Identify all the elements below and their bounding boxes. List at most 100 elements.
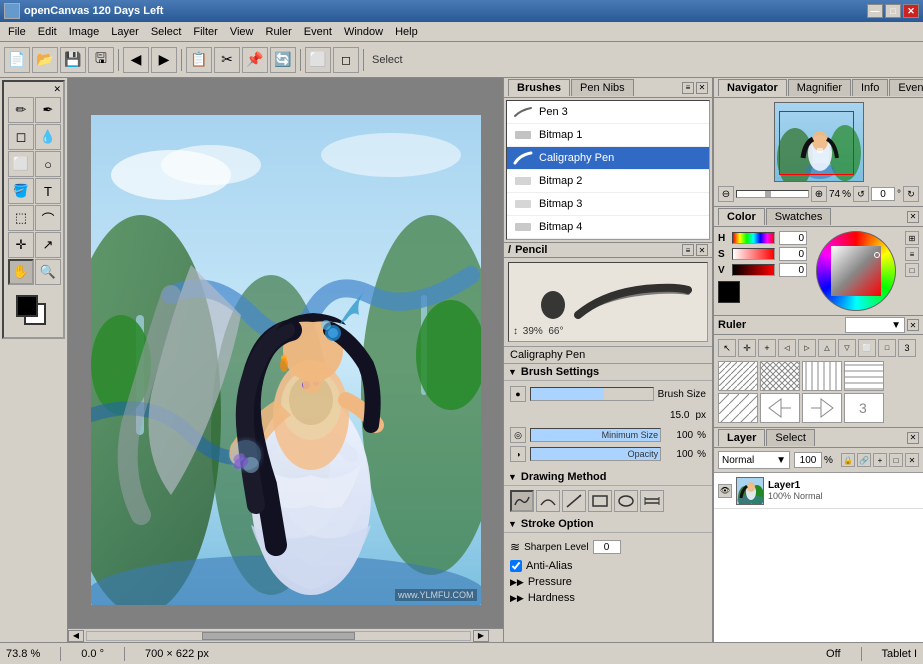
pressure-row[interactable]: ▶▶ Pressure <box>504 574 712 590</box>
layer-eye-1[interactable]: 👁 <box>718 484 732 498</box>
brush-panel-menu[interactable]: ≡ <box>682 82 694 94</box>
layer-icon-5[interactable]: ✕ <box>905 453 919 467</box>
menu-window[interactable]: Window <box>338 24 389 40</box>
ruler-pattern-3[interactable] <box>802 361 842 391</box>
ruler-pattern-4[interactable] <box>844 361 884 391</box>
nav-angle-input[interactable] <box>871 187 895 201</box>
tool-dropper[interactable]: 💧 <box>35 124 61 150</box>
nav-zoom-slider[interactable] <box>736 190 809 198</box>
ruler-btn-export[interactable]: ⬜ <box>858 339 876 357</box>
draw-btn-ellipse[interactable] <box>614 490 638 512</box>
menu-event[interactable]: Event <box>298 24 338 40</box>
brush-settings-header[interactable]: ▼ Brush Settings <box>504 364 712 381</box>
maximize-button[interactable]: □ <box>885 4 901 18</box>
brush-bitmap1[interactable]: Bitmap 1 <box>507 124 709 147</box>
layer-opacity-value[interactable]: 100 <box>794 452 822 468</box>
color-sample-swatch[interactable] <box>718 281 740 303</box>
menu-image[interactable]: Image <box>63 24 106 40</box>
toolbar-prev[interactable]: ◀ <box>123 47 149 73</box>
tool-select-lasso[interactable]: ⌒ <box>35 205 61 231</box>
h-scrollbar[interactable]: ◀ ▶ <box>68 628 503 642</box>
min-size-bar[interactable]: Minimum Size <box>530 428 661 442</box>
tool-text[interactable]: T <box>35 178 61 204</box>
draw-btn-line[interactable] <box>562 490 586 512</box>
tab-magnifier[interactable]: Magnifier <box>788 79 851 96</box>
hardness-row[interactable]: ▶▶ Hardness <box>504 590 712 606</box>
toolbar-cut[interactable]: ✂ <box>214 47 240 73</box>
layer-icon-2[interactable]: 🔗 <box>857 453 871 467</box>
hsv-h-value[interactable]: 0 <box>779 231 807 245</box>
ruler-pattern-7[interactable] <box>802 393 842 423</box>
layer-icon-4[interactable]: □ <box>889 453 903 467</box>
draw-btn-curve[interactable] <box>536 490 560 512</box>
hsv-v-bar[interactable] <box>732 264 775 276</box>
ruler-dropdown[interactable]: ▼ <box>845 317 905 333</box>
toolbar-save-as[interactable]: 🖫 <box>88 47 114 73</box>
tool-rect[interactable]: ⬜ <box>8 151 34 177</box>
hsv-s-value[interactable]: 0 <box>779 247 807 261</box>
tool-zoom[interactable]: 🔍 <box>35 259 61 285</box>
draw-btn-freehand[interactable] <box>510 490 534 512</box>
toolbar-select-rect[interactable]: ⬜ <box>305 47 331 73</box>
tool-select-rect[interactable]: ⬚ <box>8 205 34 231</box>
tool-transform[interactable]: ↗ <box>35 232 61 258</box>
tab-select[interactable]: Select <box>766 429 815 446</box>
brush-bitmap3[interactable]: Bitmap 3 <box>507 193 709 216</box>
draw-btn-rect[interactable] <box>588 490 612 512</box>
brush-bitmap2[interactable]: Bitmap 2 <box>507 170 709 193</box>
ruler-btn-snap[interactable]: 3 <box>898 339 916 357</box>
brush-caligraphy[interactable]: Caligraphy Pen <box>507 147 709 170</box>
tool-ellipse[interactable]: ○ <box>35 151 61 177</box>
min-size-icon[interactable]: ◎ <box>510 427 526 443</box>
color-icon-2[interactable]: ≡ <box>905 247 919 261</box>
stroke-option-header[interactable]: ▼ Stroke Option <box>504 516 712 533</box>
tab-event[interactable]: Event <box>889 79 923 96</box>
brush-bitmap4[interactable]: Bitmap 4 <box>507 216 709 239</box>
tool-fill[interactable]: 🪣 <box>8 178 34 204</box>
hsv-v-value[interactable]: 0 <box>779 263 807 277</box>
toolbar-copy[interactable]: 📋 <box>186 47 212 73</box>
brush-size-bar[interactable] <box>530 387 654 401</box>
color-icon-1[interactable]: ⊞ <box>905 231 919 245</box>
h-scroll-thumb[interactable] <box>202 632 355 640</box>
menu-layer[interactable]: Layer <box>105 24 145 40</box>
opacity-bar[interactable]: Opacity <box>530 447 661 461</box>
tab-brushes[interactable]: Brushes <box>508 79 570 96</box>
ruler-btn-triangle-r[interactable]: ▷ <box>798 339 816 357</box>
brush-size-icon[interactable]: ● <box>510 386 526 402</box>
layer-icon-1[interactable]: 🔒 <box>841 453 855 467</box>
menu-select[interactable]: Select <box>145 24 188 40</box>
brush-panel-close[interactable]: ✕ <box>696 82 708 94</box>
tab-info[interactable]: Info <box>852 79 888 96</box>
color-foreground[interactable] <box>16 295 38 317</box>
color-close[interactable]: ✕ <box>907 211 919 223</box>
ruler-btn-triangle-l[interactable]: ◁ <box>778 339 796 357</box>
toolbar-save[interactable]: 💾 <box>60 47 86 73</box>
tab-color[interactable]: Color <box>718 208 765 225</box>
nav-rotate-right[interactable]: ↻ <box>903 186 919 202</box>
nav-zoom-in[interactable]: ⊕ <box>811 186 827 202</box>
canvas-image[interactable]: www.YLMFU.COM <box>91 115 481 605</box>
layer-icon-3[interactable]: + <box>873 453 887 467</box>
menu-ruler[interactable]: Ruler <box>260 24 298 40</box>
toolbar-rotate[interactable]: 🔄 <box>270 47 296 73</box>
toolbar-open[interactable]: 📂 <box>32 47 58 73</box>
minimize-button[interactable]: — <box>867 4 883 18</box>
toolbar-paste[interactable]: 📌 <box>242 47 268 73</box>
ruler-btn-import[interactable]: □ <box>878 339 896 357</box>
ruler-pattern-5[interactable] <box>718 393 758 423</box>
hsv-s-bar[interactable] <box>732 248 775 260</box>
tool-pencil[interactable]: ✏ <box>8 97 34 123</box>
nav-rotate-left[interactable]: ↺ <box>853 186 869 202</box>
layer-blend-dropdown[interactable]: Normal ▼ <box>718 451 790 469</box>
antialias-checkbox[interactable] <box>510 560 522 572</box>
menu-edit[interactable]: Edit <box>32 24 63 40</box>
toolbar-select-ellipse[interactable]: ◻ <box>333 47 359 73</box>
close-button[interactable]: ✕ <box>903 4 919 18</box>
draw-btn-parallel[interactable] <box>640 490 664 512</box>
toolbar-new[interactable]: 📄 <box>4 47 30 73</box>
ruler-btn-pointer[interactable]: ↖ <box>718 339 736 357</box>
tool-eraser[interactable]: ◻ <box>8 124 34 150</box>
tool-pen[interactable]: ✒ <box>35 97 61 123</box>
ruler-pattern-1[interactable] <box>718 361 758 391</box>
